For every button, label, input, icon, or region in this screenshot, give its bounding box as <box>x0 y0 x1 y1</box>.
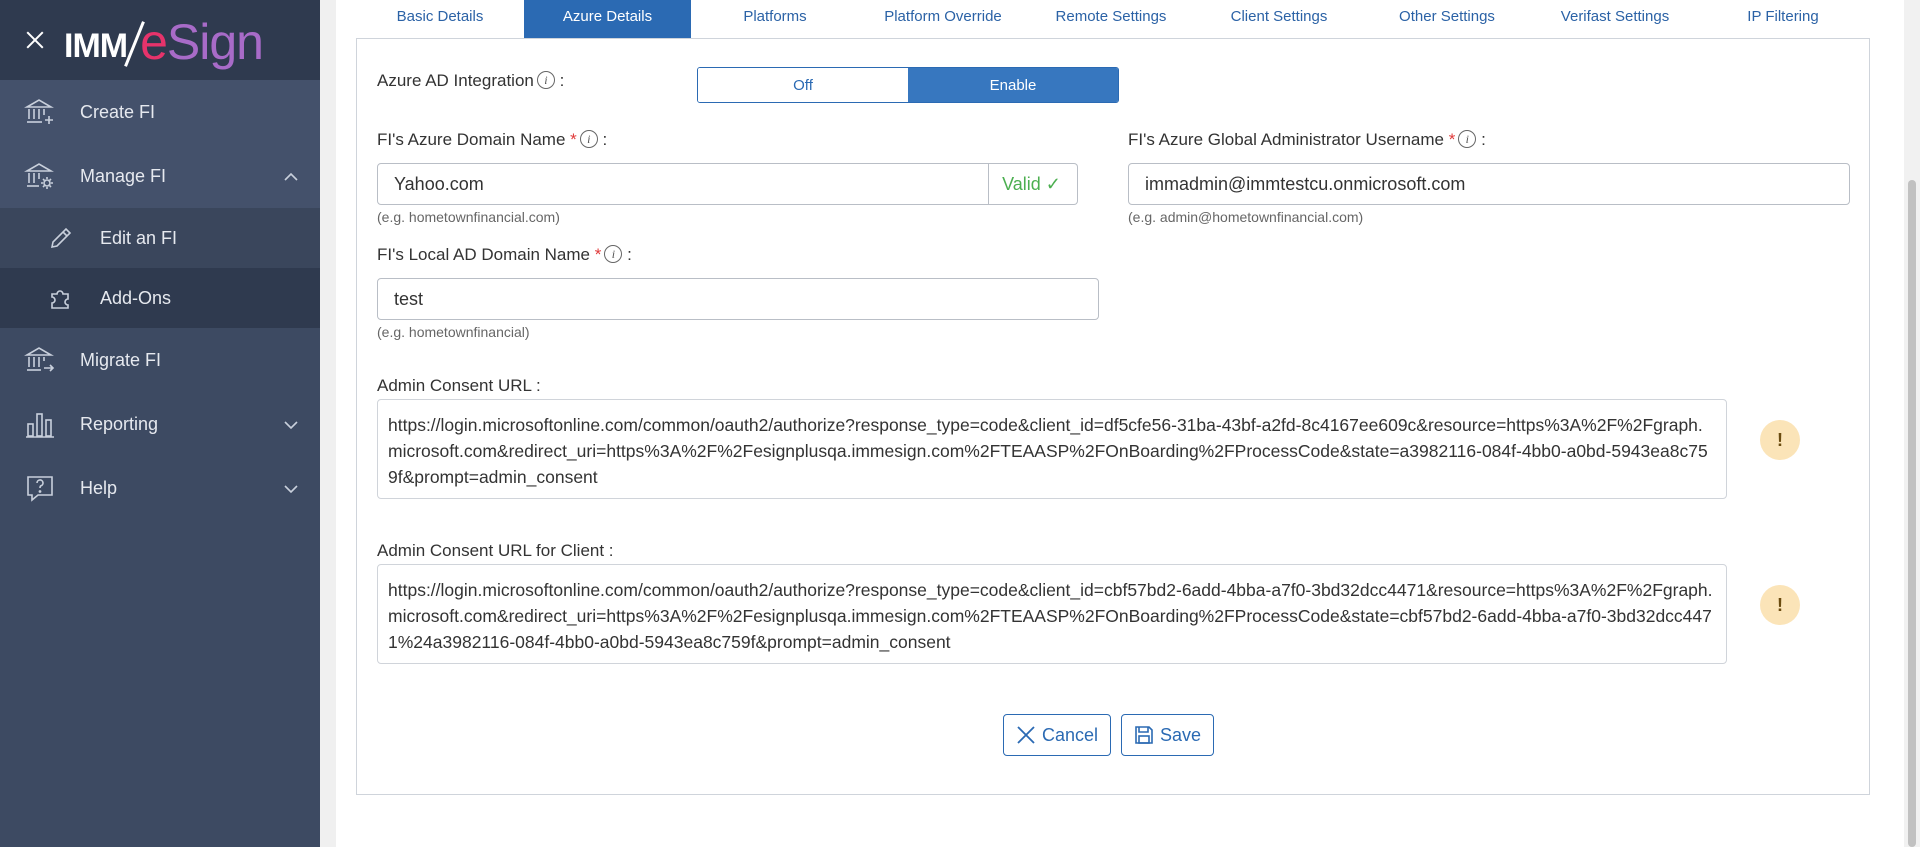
label-colon: : <box>559 71 565 90</box>
local-ad-label-text: FI's Local AD Domain Name <box>377 245 590 264</box>
bank-migrate-icon <box>24 344 56 376</box>
sidebar-subitem-edit-fi[interactable]: Edit an FI <box>0 208 320 268</box>
admin-username-label-text: FI's Azure Global Administrator Username <box>1128 130 1444 149</box>
close-icon[interactable] <box>22 27 48 53</box>
warning-icon[interactable]: ! <box>1760 585 1800 625</box>
chevron-down-icon <box>284 416 298 430</box>
required-mark: * <box>570 130 577 149</box>
tab-remote-settings[interactable]: Remote Settings <box>1027 0 1195 38</box>
sidebar-item-reporting[interactable]: Reporting <box>0 392 320 456</box>
label-colon: : <box>602 130 608 149</box>
consent-url-field[interactable]: https://login.microsoftonline.com/common… <box>377 399 1727 499</box>
azure-domain-input[interactable]: Yahoo.com <box>377 163 989 205</box>
tab-other-settings[interactable]: Other Settings <box>1363 0 1531 38</box>
sidebar-item-label: Help <box>80 477 118 498</box>
azure-ad-label: Azure AD Integration i : <box>377 71 564 91</box>
required-mark: * <box>594 245 602 264</box>
sidebar-item-label: Manage FI <box>80 165 167 186</box>
tab-ip-filtering[interactable]: IP Filtering <box>1699 0 1867 38</box>
tab-platforms[interactable]: Platforms <box>691 0 859 38</box>
chevron-down-icon <box>284 480 298 494</box>
help-icon <box>24 472 56 504</box>
consent-url-client-label: Admin Consent URL for Client : <box>377 541 614 560</box>
azure-ad-toggle[interactable]: Off Enable <box>697 67 1119 103</box>
sidebar-item-migrate-fi[interactable]: Migrate FI <box>0 328 320 392</box>
page-scrollbar[interactable] <box>1904 0 1920 847</box>
sidebar-item-label: Migrate FI <box>80 349 162 370</box>
label-colon: : <box>627 245 632 264</box>
local-ad-hint: (e.g. hometownfinancial) <box>377 324 530 340</box>
sidebar-item-create-fi[interactable]: Create FI <box>0 80 320 144</box>
sidebar-header: IMM eSign <box>0 0 320 80</box>
bank-gear-icon <box>24 160 56 192</box>
info-icon[interactable]: i <box>604 245 623 263</box>
sidebar-item-help[interactable]: Help <box>0 456 320 520</box>
bank-add-icon <box>24 96 56 128</box>
sidebar-subitem-add-ons[interactable]: Add-Ons <box>0 268 320 328</box>
consent-url-label: Admin Consent URL : <box>377 376 541 395</box>
azure-domain-label-text: FI's Azure Domain Name <box>377 130 566 149</box>
sidebar: IMM eSign Create FI Manage FI Edit an FI… <box>0 0 320 847</box>
logo-name-sign: Sign <box>166 14 264 70</box>
close-icon <box>1016 725 1036 745</box>
sidebar-subitem-label: Add-Ons <box>100 287 172 308</box>
warning-icon[interactable]: ! <box>1760 420 1800 460</box>
azure-details-panel: Azure AD Integration i : Off Enable FI's … <box>356 38 1870 795</box>
save-button[interactable]: Save <box>1121 714 1214 756</box>
info-icon[interactable]: i <box>579 130 598 148</box>
tab-bar: Basic Details Azure Details Platforms Pl… <box>356 0 1867 38</box>
main-content: Basic Details Azure Details Platforms Pl… <box>336 0 1904 847</box>
floppy-disk-icon <box>1134 725 1154 745</box>
consent-url-client-field[interactable]: https://login.microsoftonline.com/common… <box>377 564 1727 664</box>
scrollbar-thumb[interactable] <box>1908 180 1916 847</box>
info-icon[interactable]: i <box>1458 130 1477 148</box>
tab-verifast-settings[interactable]: Verifast Settings <box>1531 0 1699 38</box>
azure-domain-label: FI's Azure Domain Name * i : <box>377 130 607 150</box>
cancel-button-label: Cancel <box>1041 724 1099 745</box>
brand-logo: IMM eSign <box>64 12 264 70</box>
azure-domain-hint: (e.g. hometownfinancial.com) <box>377 209 560 225</box>
bar-chart-icon <box>24 408 56 440</box>
cancel-button[interactable]: Cancel <box>1003 714 1111 756</box>
logo-prefix: IMM <box>64 27 128 65</box>
admin-username-hint: (e.g. admin@hometownfinancial.com) <box>1128 209 1364 225</box>
tab-platform-override[interactable]: Platform Override <box>859 0 1027 38</box>
pencil-icon <box>46 223 76 253</box>
azure-ad-label-text: Azure AD Integration <box>377 71 534 90</box>
info-icon[interactable]: i <box>536 71 555 89</box>
label-colon: : <box>1481 130 1486 149</box>
sidebar-item-label: Create FI <box>80 101 156 122</box>
tab-client-settings[interactable]: Client Settings <box>1195 0 1363 38</box>
local-ad-input[interactable]: test <box>377 278 1099 320</box>
chevron-up-icon <box>284 168 298 182</box>
sidebar-item-label: Reporting <box>80 413 159 434</box>
toggle-enable-option[interactable]: Enable <box>908 68 1118 102</box>
logo-name: eSign <box>140 14 264 70</box>
required-mark: * <box>1448 130 1456 149</box>
tab-azure-details[interactable]: Azure Details <box>524 0 691 38</box>
tab-basic-details[interactable]: Basic Details <box>356 0 524 38</box>
admin-username-input[interactable]: immadmin@immtestcu.onmicrosoft.com <box>1128 163 1850 205</box>
valid-badge: Valid ✓ <box>986 163 1078 205</box>
sidebar-item-manage-fi[interactable]: Manage FI <box>0 144 320 208</box>
admin-username-label: FI's Azure Global Administrator Username… <box>1128 130 1486 150</box>
sidebar-subitem-label: Edit an FI <box>100 227 178 248</box>
toggle-off-option[interactable]: Off <box>698 68 908 102</box>
puzzle-icon <box>46 283 76 313</box>
save-button-label: Save <box>1159 724 1202 745</box>
local-ad-label: FI's Local AD Domain Name * i : <box>377 245 632 265</box>
